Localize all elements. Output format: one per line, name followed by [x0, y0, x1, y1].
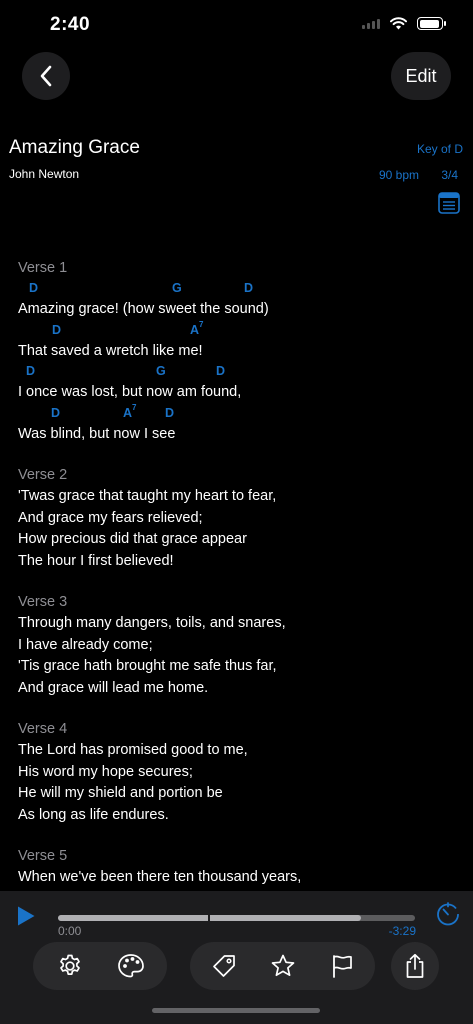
lyric-line: That saved a wretch like me! [18, 342, 203, 359]
chord: D [51, 405, 61, 420]
chord: D [216, 364, 226, 378]
chord-line: D G D [18, 279, 458, 299]
chord-line: D A7 D [18, 402, 458, 424]
palette-icon [117, 954, 144, 978]
edit-button[interactable]: Edit [391, 52, 451, 100]
section-label: Verse 3 [18, 594, 68, 610]
chord: A7 [123, 402, 137, 420]
flag-button[interactable] [322, 946, 362, 986]
status-time: 2:40 [50, 14, 91, 35]
lyric-line: 'Tis grace hath brought me safe thus far… [18, 658, 277, 674]
playback-scrubber[interactable] [58, 913, 415, 923]
tag-button[interactable] [204, 946, 244, 986]
battery-icon [417, 17, 446, 30]
favorite-button[interactable] [263, 946, 303, 986]
song-title: Amazing Grace [9, 137, 140, 158]
share-button[interactable] [395, 946, 435, 986]
lyric-line: He will my shield and portion be [18, 785, 223, 801]
lyric-line: When we've been there ten thousand years… [18, 869, 302, 885]
song-author: John Newton [9, 167, 80, 181]
section-label: Verse 5 [18, 848, 68, 864]
verse-section: Verse 4 The Lord has promised good to me… [18, 719, 458, 826]
lyric-line: His word my hope secures; [18, 763, 193, 780]
section-label: Verse 2 [18, 467, 68, 483]
settings-button[interactable] [50, 946, 90, 986]
time-remaining: -3:29 [388, 924, 416, 938]
time-elapsed: 0:00 [58, 924, 82, 938]
chord: D [52, 322, 62, 337]
chord: A7 [190, 319, 204, 337]
wifi-icon [390, 17, 407, 30]
status-icons [362, 17, 446, 30]
lyric-line: I have already come; [18, 636, 153, 653]
section-label: Verse 1 [18, 260, 68, 276]
lyrics-body: Verse 1 D G D Amazing grace! (how sweet … [18, 258, 458, 909]
verse-section: Verse 2 'Twas grace that taught my heart… [18, 465, 458, 572]
verse-section: Verse 3 Through many dangers, toils, and… [18, 592, 458, 699]
chord: D [29, 281, 39, 295]
share-icon [406, 953, 424, 978]
lyric-line: How precious did that grace appear [18, 531, 247, 547]
lyric-line: Amazing grace! (how sweet the sound) [18, 301, 269, 317]
theme-button[interactable] [111, 946, 151, 986]
lyric-line: 'Twas grace that taught my heart to fear… [18, 488, 277, 504]
song-key[interactable]: Key of D [417, 142, 463, 156]
lyric-line: Through many dangers, toils, and snares, [18, 615, 286, 631]
lyric-line: And grace my fears relieved; [18, 509, 203, 526]
cellular-signal-icon [362, 18, 380, 29]
chord-line: D G D [18, 362, 458, 382]
chord: D [165, 405, 175, 420]
toolbar-group-share [391, 942, 439, 990]
lyric-line: The hour I first believed! [18, 552, 174, 569]
chord: G [172, 281, 182, 295]
chevron-left-icon [40, 65, 52, 87]
chord: D [26, 364, 36, 378]
home-indicator [152, 1008, 320, 1013]
toolbar-group-song-actions [190, 942, 375, 990]
audio-player-panel: 0:00 -3:29 [0, 891, 473, 1024]
scrubber-marker [208, 913, 210, 923]
verse-section: Verse 1 D G D Amazing grace! (how sweet … [18, 258, 458, 445]
toolbar-group-settings [33, 942, 167, 990]
lyric-line: I once was lost, but now am found, [18, 384, 242, 400]
gear-icon [59, 954, 80, 975]
chord: G [156, 364, 166, 378]
timer-icon[interactable] [436, 902, 460, 926]
chord-chart-icon[interactable] [438, 192, 460, 214]
song-bpm[interactable]: 90 bpm [379, 168, 419, 182]
lyric-line: The Lord has promised good to me, [18, 742, 248, 758]
chord-line: D A7 [18, 319, 458, 341]
verse-section: Verse 5 When we've been there ten thousa… [18, 846, 458, 889]
section-label: Verse 4 [18, 721, 68, 737]
back-button[interactable] [22, 52, 70, 100]
status-bar: 2:40 [0, 0, 473, 54]
play-icon[interactable] [16, 905, 36, 927]
star-icon [271, 954, 294, 977]
song-time-signature[interactable]: 3/4 [441, 168, 458, 182]
lyric-line: And grace will lead me home. [18, 679, 209, 696]
chord: D [244, 281, 254, 295]
tag-icon [212, 955, 235, 977]
lyric-line: As long as life endures. [18, 806, 169, 823]
lyric-line: Was blind, but now I see [18, 425, 176, 442]
flag-icon [332, 955, 352, 978]
